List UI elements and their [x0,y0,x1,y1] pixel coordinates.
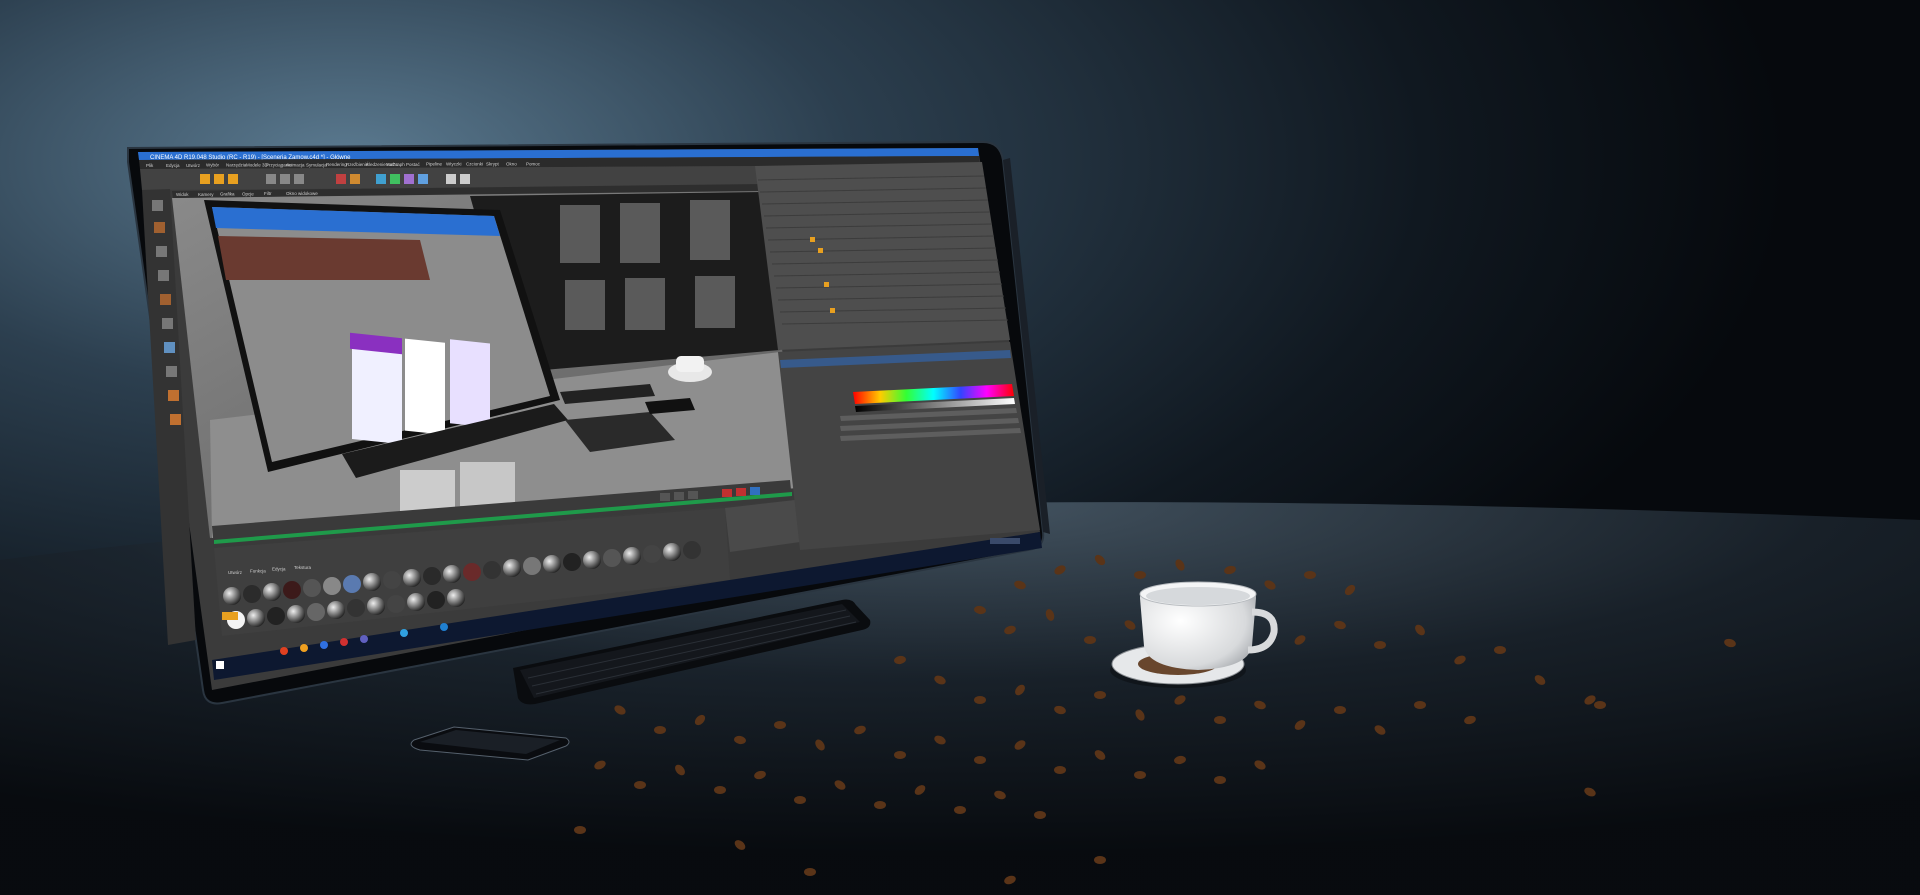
viewport-menu-item[interactable]: Widok [176,192,189,197]
app-icon[interactable] [360,635,368,643]
main-menu-item[interactable]: Symulacja [306,162,327,167]
main-menu-item[interactable]: Edycja [166,163,180,168]
main-menu-item[interactable]: MoGraph [386,162,405,167]
viewport-menu-item[interactable]: Filtr [264,191,272,196]
main-menu-item[interactable]: Skrypt [486,161,500,166]
material-menu-item[interactable]: Tekstura [294,565,312,570]
main-menu-item[interactable]: Czcionki [466,162,483,167]
main-menu-item[interactable]: Utwórz [186,163,201,168]
viewport-menu-item[interactable]: Grafika [220,192,235,197]
system-tray[interactable] [990,538,1020,544]
main-menu-item[interactable]: Rendering [326,162,347,167]
edge-icon[interactable] [320,641,328,649]
folder-icon[interactable] [300,644,308,652]
attribute-manager[interactable] [778,342,1040,550]
main-menu-item[interactable]: Wybór [206,163,219,168]
main-menu-item[interactable]: Okno [506,161,517,166]
main-menu-item[interactable]: Postać [406,162,421,167]
material-menu-item[interactable]: Utwórz [228,570,243,575]
main-menu-item[interactable]: Narzędzia [226,163,247,168]
material-menu-item[interactable]: Funkcja [250,568,266,573]
main-menu-item[interactable]: Animacja [286,162,305,167]
viewport-menu-item[interactable]: Kamery [198,192,214,197]
viewport-menu-item[interactable]: Opcje [242,191,254,196]
opera-icon[interactable] [340,638,348,646]
selected-material-tag [222,612,238,620]
photoshop-icon[interactable] [440,623,448,631]
material-menu-item[interactable]: Edycja [272,567,286,572]
viewport-menu-item[interactable]: Okno widokowe [286,191,318,196]
object-manager[interactable] [755,162,1010,350]
cinema4d-icon[interactable] [400,629,408,637]
windows-start-icon[interactable] [216,661,224,669]
chrome-icon[interactable] [280,647,288,655]
main-menu-item[interactable]: Pomoc [526,161,541,166]
main-menu-item[interactable]: Pipeline [426,162,443,167]
main-menu-item[interactable]: Wtyczki [446,162,462,167]
3d-viewport[interactable] [172,184,797,548]
photo-scene: CINEMA 4D R19.048 Studio (RC - R19) - [S… [0,0,1920,895]
main-menu-item[interactable]: Plik [146,163,154,168]
